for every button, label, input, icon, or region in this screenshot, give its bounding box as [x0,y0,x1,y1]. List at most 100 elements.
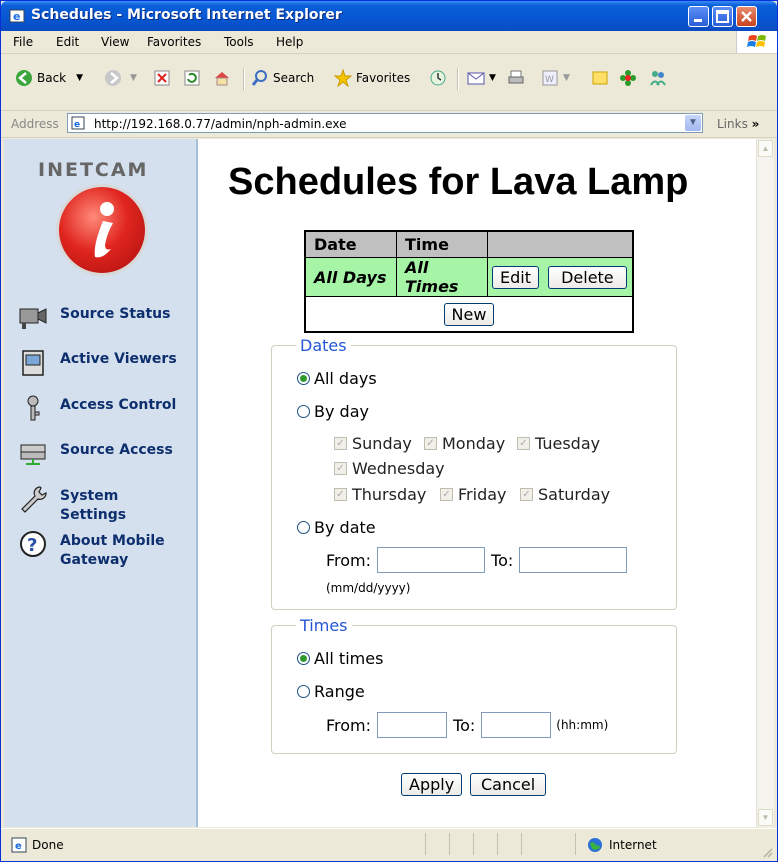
toolbar: Back ▼ ▼ Search Favorites ▼ W ▼ [1,54,777,111]
day-label: Wednesday [352,459,445,478]
menu-file[interactable]: File [13,35,33,49]
forward-arrow-icon [105,70,121,86]
print-button[interactable] [507,64,529,92]
history-button[interactable] [429,64,451,92]
scroll-down-icon[interactable]: ▼ [758,809,773,826]
forward-button[interactable]: ▼ [104,64,137,92]
apply-button[interactable]: Apply [401,773,463,796]
flower-icon [620,70,636,86]
discuss-button[interactable] [591,64,613,92]
sidebar-item-source-access[interactable]: Source Access [18,439,185,467]
all-times-label: All times [314,649,384,668]
schedule-date-cell: All Days [304,257,397,297]
maximize-button[interactable] [712,6,733,27]
svg-text:?: ? [27,535,37,556]
stop-button[interactable] [153,64,175,92]
links-label: Links [717,117,748,131]
sidebar-item-source-status[interactable]: Source Status [18,303,185,331]
menu-tools[interactable]: Tools [224,35,254,49]
window-title: Schedules - Microsoft Internet Explorer [31,7,342,23]
all-days-label: All days [314,369,377,388]
checkbox-saturday[interactable]: ✓ [520,488,533,501]
day-thursday[interactable]: ✓ Thursday [334,485,426,504]
all-times-radio[interactable] [297,652,310,665]
date-to-input[interactable] [519,547,628,573]
back-dropdown-icon[interactable]: ▼ [76,73,83,83]
address-input[interactable]: e http://192.168.0.77/admin/nph-admin.ex… [67,113,703,133]
day-tuesday[interactable]: ✓ Tuesday [517,434,600,453]
browser-window: e Schedules - Microsoft Internet Explore… [0,0,778,862]
menu-edit[interactable]: Edit [56,35,79,49]
address-url: http://192.168.0.77/admin/nph-admin.exe [94,117,347,131]
refresh-button[interactable] [183,64,205,92]
range-option[interactable]: Range [297,682,365,701]
edit-dropdown-icon[interactable]: ▼ [563,73,570,83]
edit-word-button[interactable]: W ▼ [541,64,570,92]
page-icon: e [71,116,85,130]
table-header-row: Date Time [304,230,634,258]
mail-dropdown-icon[interactable]: ▼ [489,73,496,83]
minimize-button[interactable] [688,6,709,27]
menu-help[interactable]: Help [276,35,303,49]
all-days-option[interactable]: All days [297,369,377,388]
address-dropdown-icon[interactable]: ▼ [685,115,701,131]
day-label: Sunday [352,434,412,453]
column-header-time: Time [396,230,488,258]
day-friday[interactable]: ✓ Friday [440,485,507,504]
back-arrow-icon [16,70,32,86]
edit-button[interactable]: Edit [492,265,539,289]
range-radio[interactable] [297,685,310,698]
schedule-actions-cell: Edit Delete [487,257,634,297]
key-icon [27,395,40,421]
day-sunday[interactable]: ✓ Sunday [334,434,412,453]
vertical-scrollbar[interactable]: ▲ ▼ [756,139,774,827]
time-from-input[interactable] [377,712,448,738]
checkbox-sunday[interactable]: ✓ [334,437,347,450]
delete-button[interactable]: Delete [548,265,627,289]
schedule-table: Date Time All Days All Times Edit Delete… [304,230,634,333]
checkbox-monday[interactable]: ✓ [424,437,437,450]
icq-button[interactable] [619,64,641,92]
by-day-option[interactable]: By day [297,402,369,421]
wrench-icon [21,486,47,513]
forward-dropdown-icon[interactable]: ▼ [130,73,137,83]
sidebar-item-about-mobile-gateway[interactable]: ? About Mobile Gateway [18,530,185,570]
scroll-up-icon[interactable]: ▲ [758,140,773,157]
resize-grip-icon[interactable] [761,846,773,858]
close-button[interactable] [736,6,757,27]
day-saturday[interactable]: ✓ Saturday [520,485,610,504]
sidebar-item-system-settings[interactable]: System Settings [18,485,185,525]
all-days-radio[interactable] [297,372,310,385]
favorites-button[interactable]: Favorites [334,64,410,92]
sidebar-item-label: Active Viewers [60,351,177,367]
day-wednesday[interactable]: ✓ Wednesday [334,459,445,478]
mail-button[interactable]: ▼ [467,64,496,92]
sidebar-item-active-viewers[interactable]: Active Viewers [18,348,185,376]
sidebar-item-access-control[interactable]: Access Control [18,394,185,422]
menu-favorites[interactable]: Favorites [147,35,201,49]
by-date-option[interactable]: By date [297,518,376,537]
messenger-button[interactable] [649,64,671,92]
home-button[interactable] [213,64,235,92]
search-button[interactable]: Search [251,64,314,92]
checkbox-thursday[interactable]: ✓ [334,488,347,501]
new-button[interactable]: New [443,302,495,326]
all-times-option[interactable]: All times [297,649,383,668]
menu-view[interactable]: View [101,35,129,49]
links-button[interactable]: Links » [717,117,759,131]
by-day-radio[interactable] [297,405,310,418]
date-from-input[interactable] [377,547,486,573]
checkbox-friday[interactable]: ✓ [440,488,453,501]
day-monday[interactable]: ✓ Monday [424,434,505,453]
checkbox-tuesday[interactable]: ✓ [517,437,530,450]
day-label: Thursday [352,485,427,504]
by-date-radio[interactable] [297,521,310,534]
time-to-input[interactable] [481,712,552,738]
sidebar-item-label: About Mobile Gateway [60,533,165,568]
back-button[interactable]: Back ▼ [15,64,83,92]
minimize-icon [694,19,702,22]
cancel-button[interactable]: Cancel [470,773,547,796]
sidebar-item-label: Access Control [60,397,177,413]
menu-bar: File Edit View Favorites Tools Help [1,31,777,54]
checkbox-wednesday[interactable]: ✓ [334,462,347,475]
